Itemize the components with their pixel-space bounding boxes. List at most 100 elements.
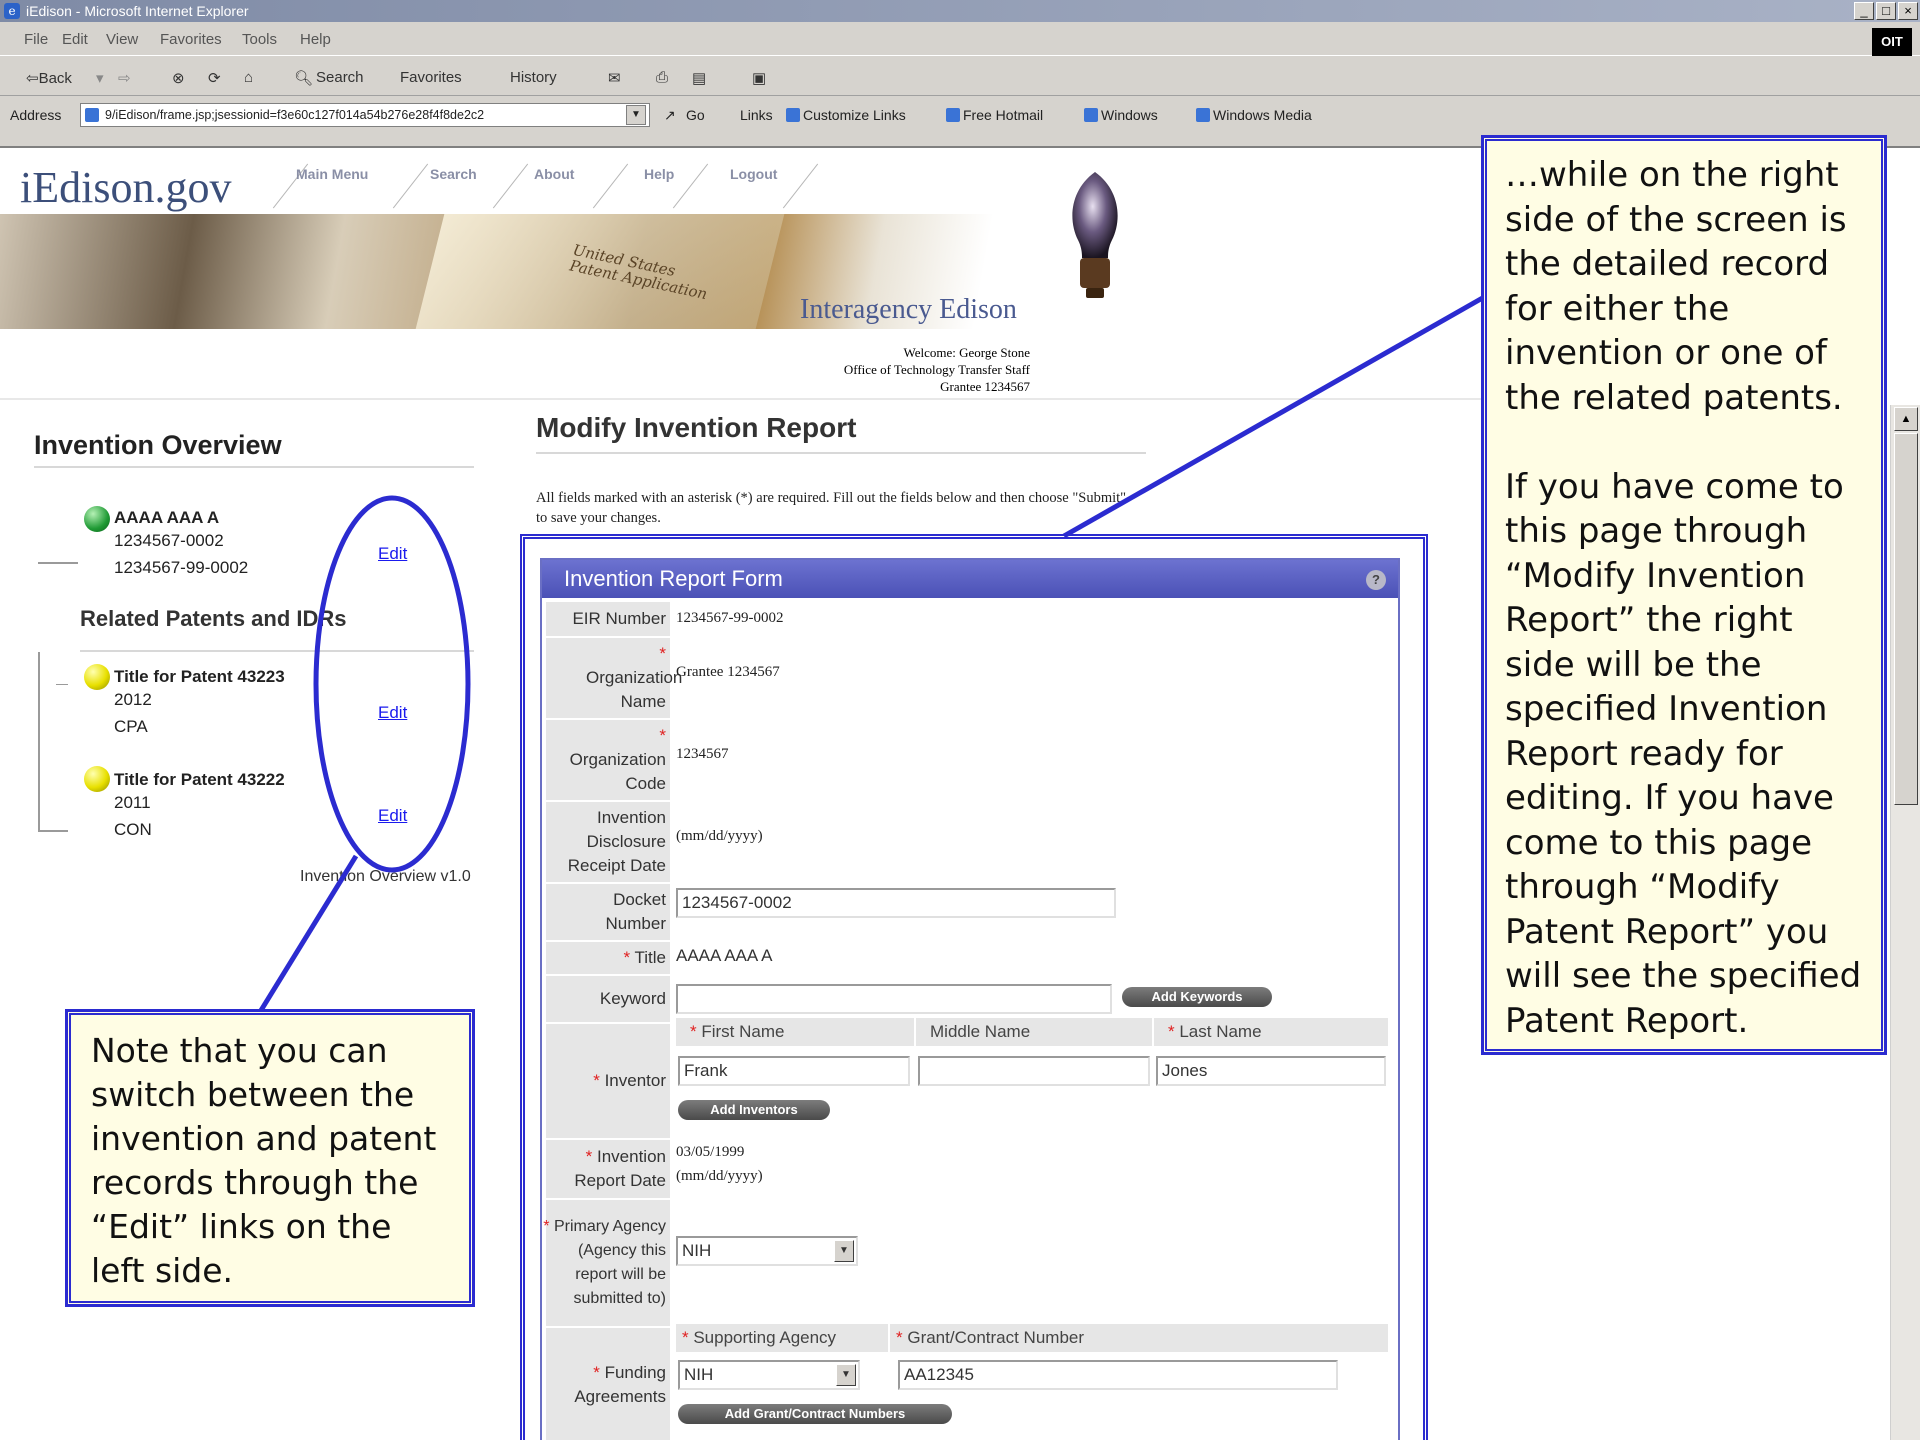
disclosure-date-label: Invention Disclosure Receipt Date [546,802,670,882]
primary-agency-label: * Primary Agency (Agency this report wil… [543,1200,670,1326]
scroll-thumb[interactable] [1894,433,1918,805]
keyword-label: Keyword [546,976,670,1022]
menu-view[interactable]: View [106,31,138,48]
menu-favorites[interactable]: Favorites [160,31,222,48]
maximize-button[interactable]: □ [1876,2,1896,20]
overview-title: Invention Overview [34,430,282,460]
address-url: 9/iEdison/frame.jsp;jsessionid=f3e60c127… [105,108,485,122]
nav-logout[interactable]: Logout [730,166,777,182]
link-hotmail[interactable]: Free Hotmail [946,107,1043,123]
first-name-input[interactable]: Frank [678,1056,910,1086]
stop-icon[interactable]: ⊗ [172,69,185,87]
print-icon[interactable]: ⎙ [656,69,668,86]
status-green-icon [84,506,110,532]
last-name-input[interactable]: Jones [1156,1056,1386,1086]
toolbar: ⇦Back ▾ ⇨ ⊗ ⟳ ⌂ 🔍︎ Search Favorites Hist… [0,58,1920,96]
nav-about[interactable]: About [534,166,574,182]
org-code-label: * Organization Code [546,720,670,800]
keyword-input[interactable] [676,984,1112,1014]
middle-name-input[interactable] [918,1056,1150,1086]
eir-label: EIR Number [546,602,670,636]
ie-icon: e [4,3,20,19]
status-yellow-icon [84,664,110,690]
browser-chrome: File Edit View Favorites Tools Help OIT … [0,22,1920,148]
title-value: AAAA AAA A [676,946,773,965]
form-header: Invention Report Form ? [542,560,1398,598]
grant-number-input[interactable]: AA12345 [898,1360,1338,1390]
menu-file[interactable]: File [24,31,48,48]
search-button[interactable]: Search [316,69,364,86]
first-name-header: * First Name [676,1018,914,1046]
site-header: iEdison.gov Main Menu Search About Help … [0,150,1490,330]
oit-badge: OIT [1872,28,1912,56]
nav-main-menu[interactable]: Main Menu [296,166,368,182]
invention-report-form: Invention Report Form ? EIR Number 12345… [540,558,1400,1440]
menu-tools[interactable]: Tools [242,31,277,48]
add-inventors-button[interactable]: Add Inventors [678,1100,830,1120]
invention-eir: 1234567-99-0002 [114,558,249,577]
patent-edit-link[interactable]: Edit [378,703,407,723]
menu-help[interactable]: Help [300,31,331,48]
dropdown-arrow-icon[interactable]: ▾ [96,69,104,87]
site-logo[interactable]: iEdison.gov [20,162,231,213]
refresh-icon[interactable]: ⟳ [208,69,221,87]
ie-icon [946,108,960,122]
add-grant-numbers-button[interactable]: Add Grant/Contract Numbers [678,1404,952,1424]
link-windows-media[interactable]: Windows Media [1196,107,1312,123]
welcome-user: Welcome: George Stone [903,345,1030,360]
forward-button[interactable]: ⇨ [118,69,131,87]
history-button[interactable]: History [510,69,557,86]
welcome-grantee: Grantee 1234567 [940,379,1030,394]
status-yellow-icon [84,766,110,792]
edit-page-icon[interactable]: ▤ [692,69,706,87]
link-windows[interactable]: Windows [1084,107,1158,123]
invention-edit-link[interactable]: Edit [378,544,407,564]
help-icon[interactable]: ? [1366,570,1386,590]
link-customize[interactable]: Customize Links [786,107,906,123]
go-arrow-icon[interactable]: ↗ [664,107,676,124]
go-button[interactable]: Go [686,107,705,123]
menu-edit[interactable]: Edit [62,31,88,48]
right-callout: …while on the right side of the screen i… [1481,135,1887,1055]
lightbulb-icon [1072,172,1118,298]
home-icon[interactable]: ⌂ [244,69,253,86]
disclosure-date-format: (mm/dd/yyyy) [676,828,763,844]
window-title: iEdison - Microsoft Internet Explorer [26,3,249,19]
overview-invention: AAAA AAA A 1234567-0002 1234567-99-0002 [114,506,248,579]
links-label: Links [740,107,773,123]
mail-icon[interactable]: ✉ [608,69,621,87]
scroll-up-icon[interactable]: ▲ [1894,407,1918,431]
window-titlebar: e iEdison - Microsoft Internet Explorer … [0,0,1920,22]
minimize-button[interactable]: _ [1854,2,1874,20]
ie-icon [1084,108,1098,122]
funding-label: * Funding Agreements [546,1328,670,1440]
vertical-scrollbar[interactable]: ▲ [1890,405,1920,1440]
back-button[interactable]: ⇦Back [26,69,72,87]
org-name-label: * Organization Name [546,638,682,718]
overview-version: Invention Overview v1.0 [300,868,471,885]
related-divider [80,650,474,652]
add-keywords-button[interactable]: Add Keywords [1122,987,1272,1007]
nav-search[interactable]: Search [430,166,477,182]
address-dropdown-icon[interactable]: ▼ [626,105,646,125]
close-button[interactable]: × [1898,2,1918,20]
address-input[interactable]: 9/iEdison/frame.jsp;jsessionid=f3e60c127… [80,103,650,127]
docket-input[interactable]: 1234567-0002 [676,888,1116,918]
ie-icon [786,108,800,122]
docket-label: Docket Number [546,884,670,940]
primary-agency-select[interactable]: NIH ▼ [676,1236,858,1266]
supporting-agency-select[interactable]: NIH ▼ [678,1360,860,1390]
address-bar: Address 9/iEdison/frame.jsp;jsessionid=f… [0,98,1920,132]
instructions: All fields marked with an asterisk (*) a… [536,490,1127,526]
site-subtitle: Interagency Edison [800,294,1017,325]
chevron-down-icon[interactable]: ▼ [836,1364,856,1386]
overview-divider [34,466,474,468]
patent-edit-link[interactable]: Edit [378,806,407,826]
patent-year: 2011 [114,793,151,812]
discuss-icon[interactable]: ▣ [752,69,766,87]
related-title: Related Patents and IDRs [80,606,347,631]
nav-help[interactable]: Help [644,166,674,182]
favorites-button[interactable]: Favorites [400,69,462,86]
left-callout: Note that you can switch between the inv… [65,1009,475,1307]
chevron-down-icon[interactable]: ▼ [834,1240,854,1262]
